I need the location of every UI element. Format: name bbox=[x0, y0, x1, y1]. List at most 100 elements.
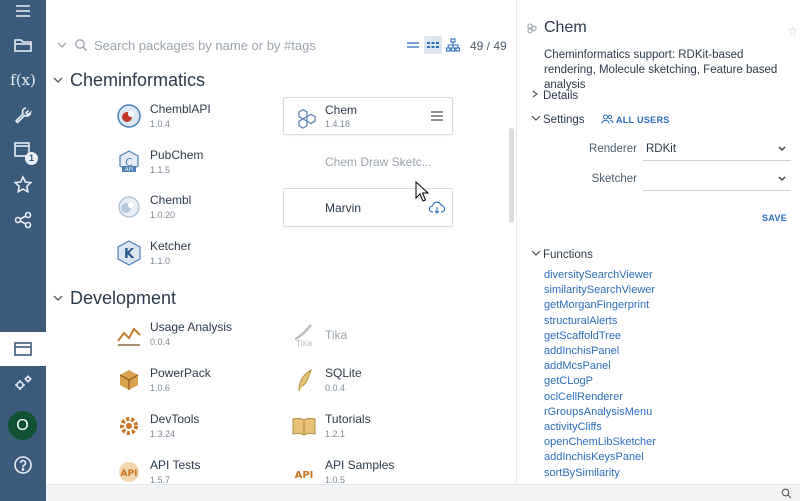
package-name: SQLite bbox=[325, 366, 362, 380]
function-link[interactable]: addMcsPanel bbox=[544, 359, 656, 374]
all-users-button[interactable]: ALL USERS bbox=[601, 114, 670, 125]
function-link[interactable]: oclCellRenderer bbox=[544, 390, 656, 405]
renderer-select[interactable]: RDKit bbox=[643, 139, 791, 161]
package-name: Ketcher bbox=[150, 239, 192, 253]
function-link[interactable]: activityCliffs bbox=[544, 420, 656, 435]
chevron-down-icon bbox=[53, 295, 63, 301]
package-item[interactable]: Tutorials 1.2.1 bbox=[291, 409, 459, 447]
svg-text:Tika: Tika bbox=[295, 339, 312, 347]
share-icon[interactable] bbox=[0, 203, 46, 237]
package-item[interactable]: Chembl 1.0.20 bbox=[116, 190, 284, 228]
package-item[interactable]: Tika Tika bbox=[291, 317, 459, 355]
devtools-icon bbox=[120, 417, 138, 435]
browse-icon[interactable] bbox=[0, 332, 46, 366]
package-item[interactable]: DevTools 1.3.24 bbox=[116, 409, 284, 447]
group-header-cheminformatics[interactable]: Cheminformatics bbox=[46, 70, 205, 91]
chembl-api-icon bbox=[117, 104, 141, 128]
sketcher-select[interactable] bbox=[643, 169, 791, 191]
save-button[interactable]: SAVE bbox=[762, 213, 787, 223]
package-item[interactable]: SQLite 0.0.4 bbox=[291, 363, 459, 401]
package-item[interactable]: Usage Analysis 0.0.4 bbox=[116, 317, 284, 355]
package-item[interactable]: PowerPack 1.0.6 bbox=[116, 363, 284, 401]
package-name: API Tests bbox=[150, 458, 201, 472]
chembl-icon bbox=[118, 196, 140, 218]
package-item[interactable]: K Ketcher 1.1.0 bbox=[116, 236, 284, 274]
package-item[interactable]: Chem Draw Sketc... bbox=[291, 145, 459, 183]
all-users-label: ALL USERS bbox=[616, 115, 670, 125]
group-header-development[interactable]: Development bbox=[46, 288, 176, 309]
favorite-star-icon[interactable]: ☆ bbox=[787, 24, 798, 38]
cloud-download-icon[interactable] bbox=[429, 201, 445, 214]
function-link[interactable]: getMorganFingerprint bbox=[544, 298, 656, 313]
menu-icon[interactable] bbox=[431, 111, 443, 121]
settings-gears-icon[interactable] bbox=[0, 366, 46, 400]
panel-description: Cheminformatics support: RDKit-based ren… bbox=[544, 49, 778, 91]
function-link[interactable]: similaritySearchViewer bbox=[544, 283, 656, 298]
details-section-header[interactable]: Details bbox=[529, 89, 578, 102]
svg-text:API: API bbox=[125, 167, 133, 173]
scrollbar[interactable] bbox=[509, 128, 514, 223]
search-icon bbox=[75, 39, 87, 51]
chevron-down-icon bbox=[531, 115, 541, 121]
api-samples-icon: API bbox=[295, 470, 314, 481]
wrench-icon[interactable] bbox=[0, 98, 46, 132]
folder-icon[interactable] bbox=[0, 28, 46, 62]
help-icon[interactable] bbox=[0, 448, 46, 482]
avatar[interactable]: O bbox=[8, 411, 37, 440]
function-link[interactable]: addInchisPanel bbox=[544, 344, 656, 359]
function-link[interactable]: getCLogP bbox=[544, 374, 656, 389]
package-card-selected[interactable]: Chem 1.4.18 bbox=[283, 97, 453, 135]
panel-title: Chem bbox=[544, 19, 587, 36]
package-version: 1.2.1 bbox=[325, 429, 346, 439]
function-link[interactable]: diversitySearchViewer bbox=[544, 268, 656, 283]
list-view-icon[interactable] bbox=[404, 36, 422, 54]
search-input[interactable] bbox=[94, 36, 394, 54]
function-link[interactable]: structuralAlerts bbox=[544, 314, 656, 329]
ketcher-icon: K bbox=[117, 240, 141, 266]
package-browser: 49 / 49 Cheminformatics ChemblAPI 1.0.4 … bbox=[46, 0, 516, 484]
svg-text:K: K bbox=[124, 247, 135, 262]
package-version: 0.0.4 bbox=[150, 337, 171, 347]
package-version: 1.1.0 bbox=[150, 256, 171, 266]
function-link[interactable]: sortBySimilarity bbox=[544, 466, 656, 481]
function-link[interactable]: addInchisKeysPanel bbox=[544, 450, 656, 465]
sidebar: f(x) 1 O bbox=[0, 0, 46, 501]
group-title: Development bbox=[70, 288, 177, 308]
grid-view-icon[interactable] bbox=[424, 36, 442, 54]
tree-view-icon[interactable] bbox=[444, 36, 462, 54]
package-item[interactable]: API API Samples 1.0.5 bbox=[291, 455, 459, 484]
package-name: ChemblAPI bbox=[150, 102, 211, 116]
star-icon[interactable] bbox=[0, 168, 46, 202]
package-item[interactable]: C API PubChem 1.1.5 bbox=[116, 145, 284, 183]
functions-label: Functions bbox=[543, 249, 593, 261]
functions-section-header[interactable]: Functions bbox=[529, 248, 593, 261]
package-name: API Samples bbox=[325, 458, 395, 472]
package-name: PubChem bbox=[150, 148, 204, 162]
package-name: Chem bbox=[325, 103, 358, 117]
renderer-value: RDKit bbox=[646, 143, 677, 155]
package-version: 1.4.18 bbox=[325, 119, 351, 129]
renderer-label: Renderer bbox=[589, 143, 637, 155]
details-label: Details bbox=[543, 90, 579, 102]
package-item[interactable]: ChemblAPI 1.0.4 bbox=[116, 99, 284, 137]
function-icon[interactable]: f(x) bbox=[0, 63, 46, 97]
powerpack-icon bbox=[119, 370, 139, 390]
package-version: 1.0.20 bbox=[150, 210, 176, 220]
settings-label: Settings bbox=[543, 114, 585, 126]
package-version: 1.0.4 bbox=[150, 119, 171, 129]
package-name: PowerPack bbox=[150, 366, 211, 380]
chevron-down-icon[interactable] bbox=[55, 38, 69, 52]
pubchem-icon: CAPI bbox=[119, 150, 139, 173]
search-icon[interactable] bbox=[781, 488, 792, 499]
search-bar: 49 / 49 bbox=[46, 30, 516, 60]
mouse-cursor-icon bbox=[415, 181, 429, 202]
package-item[interactable]: API API Tests 1.5.7 bbox=[116, 455, 284, 484]
notifications-icon[interactable]: 1 bbox=[0, 133, 46, 167]
package-name: DevTools bbox=[150, 412, 200, 426]
function-link[interactable]: getScaffoldTree bbox=[544, 329, 656, 344]
function-link[interactable]: rGroupsAnalysisMenu bbox=[544, 405, 656, 420]
chevron-down-icon bbox=[531, 250, 541, 256]
settings-section-header[interactable]: Settings bbox=[529, 113, 585, 126]
menu-icon[interactable] bbox=[0, 0, 46, 28]
function-link[interactable]: openChemLibSketcher bbox=[544, 435, 656, 450]
